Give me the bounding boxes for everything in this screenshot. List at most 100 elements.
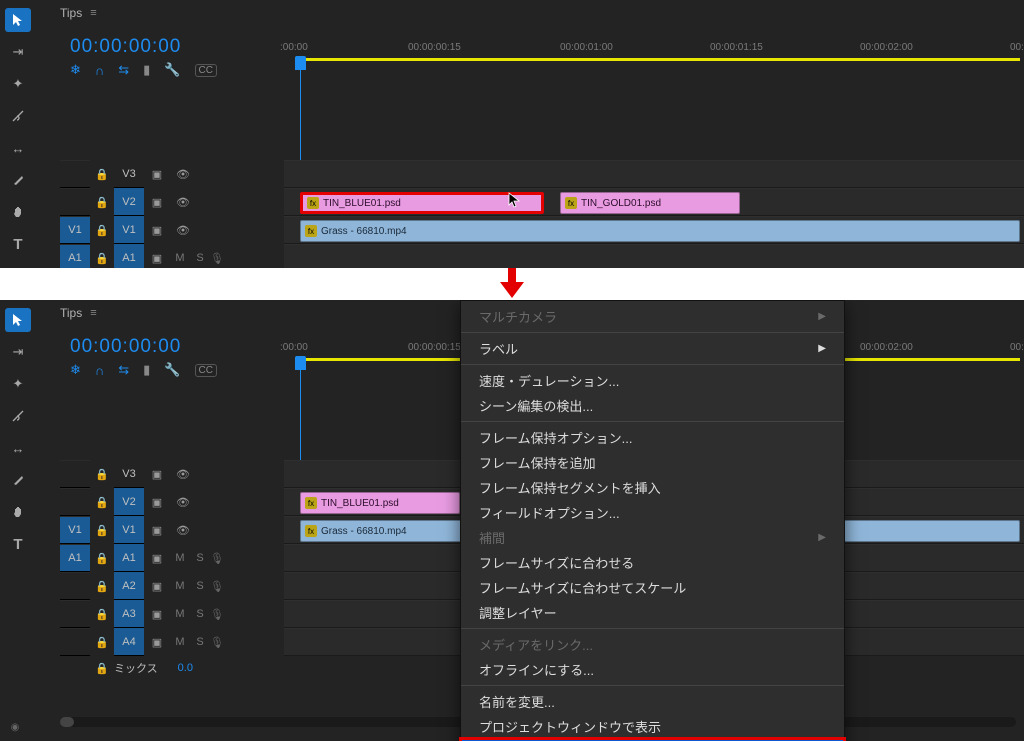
solo-icon[interactable]: S [190, 252, 210, 264]
toggle-output-icon[interactable]: ▣ [144, 524, 170, 537]
toggle-output-icon[interactable]: ▣ [144, 168, 170, 181]
panel-menu-icon[interactable]: ≡ [90, 307, 96, 319]
track-label[interactable]: V1 [114, 216, 144, 244]
caption-track-icon[interactable]: CC [195, 64, 217, 77]
context-menu-item[interactable]: フレーム保持オプション... [461, 425, 844, 450]
razor-tool[interactable] [5, 404, 31, 428]
track-select-tool[interactable]: ⇥ [5, 340, 31, 364]
nest-sequence-icon[interactable]: ❄ [70, 362, 81, 378]
source-patch[interactable]: V1 [60, 216, 90, 244]
marker-icon[interactable]: ▮ [143, 362, 150, 378]
timeline-clip[interactable]: fxGrass - 66810.mp4 [300, 220, 1020, 242]
lock-icon[interactable]: 🔒 [90, 524, 114, 537]
eye-icon[interactable]: 👁 [170, 524, 196, 537]
lock-icon[interactable]: 🔒 [90, 662, 114, 675]
hand-tool[interactable] [5, 500, 31, 524]
context-menu-item[interactable]: プロジェクトウィンドウで表示 [461, 714, 844, 739]
eye-icon[interactable]: 👁 [170, 468, 196, 481]
scroll-thumb[interactable] [60, 717, 74, 727]
video-track-v2[interactable]: 🔒 V2 ▣ 👁 fxTIN_BLUE01.psd fxTIN_GOLD01.ps… [60, 188, 1024, 216]
mute-icon[interactable]: M [170, 580, 190, 592]
track-label[interactable]: V2 [114, 188, 144, 216]
type-tool[interactable]: T [5, 232, 31, 256]
selection-tool[interactable] [5, 308, 31, 332]
solo-icon[interactable]: S [190, 552, 210, 564]
snap-icon[interactable]: ∩ [95, 363, 104, 378]
eye-icon[interactable]: 👁 [170, 168, 196, 181]
hand-tool[interactable] [5, 200, 31, 224]
context-menu-item[interactable]: シーン編集の検出... [461, 393, 844, 418]
mute-icon[interactable]: M [170, 252, 190, 264]
type-tool[interactable]: T [5, 532, 31, 556]
mute-icon[interactable]: M [170, 552, 190, 564]
slip-tool[interactable]: ↔ [5, 136, 31, 160]
ripple-edit-tool[interactable]: ✦ [5, 372, 31, 396]
voice-over-icon[interactable]: 🎙 [210, 608, 230, 621]
mute-icon[interactable]: M [170, 636, 190, 648]
time-ruler[interactable]: :00:0000:00:00:1500:00:01:0000:00:01:150… [284, 42, 1024, 62]
context-menu-item[interactable]: フレームサイズに合わせる [461, 550, 844, 575]
audio-track-a1[interactable]: A1 🔒 A1 ▣ M S 🎙 [60, 244, 1024, 268]
context-menu-item[interactable]: フレーム保持セグメントを挿入 [461, 475, 844, 500]
mute-icon[interactable]: M [170, 608, 190, 620]
context-menu-item[interactable]: 調整レイヤー [461, 600, 844, 625]
timeline-clip[interactable]: fxTIN_GOLD01.psd [560, 192, 740, 214]
context-menu-item[interactable]: オフラインにする... [461, 657, 844, 682]
timeline-clip[interactable]: fxTIN_BLUE01.psd [300, 192, 544, 214]
settings-icon[interactable]: 🔧 [164, 362, 180, 378]
lock-icon[interactable]: 🔒 [90, 468, 114, 481]
track-select-tool[interactable]: ⇥ [5, 40, 31, 64]
context-menu-item[interactable]: フレームサイズに合わせてスケール [461, 575, 844, 600]
selection-tool[interactable] [5, 8, 31, 32]
toggle-output-icon[interactable]: ▣ [144, 196, 170, 209]
timeline-clip[interactable]: fxTIN_BLUE01.psd [300, 492, 460, 514]
eye-icon[interactable]: 👁 [170, 224, 196, 237]
lock-icon[interactable]: 🔒 [90, 552, 114, 565]
slip-tool[interactable]: ↔ [5, 436, 31, 460]
mix-value[interactable]: 0.0 [178, 662, 193, 674]
video-track-v3[interactable]: 🔒 V3 ▣ 👁 [60, 160, 1024, 188]
panel-menu-icon[interactable]: ≡ [90, 7, 96, 19]
playhead[interactable] [295, 56, 306, 70]
solo-icon[interactable]: S [190, 636, 210, 648]
lock-icon[interactable]: 🔒 [90, 196, 114, 209]
toggle-output-icon[interactable]: ▣ [144, 496, 170, 509]
source-patch[interactable]: A1 [60, 244, 90, 268]
toggle-output-icon[interactable]: ▣ [144, 252, 170, 265]
playhead[interactable] [295, 356, 306, 370]
marker-icon[interactable]: ▮ [143, 62, 150, 78]
snap-icon[interactable]: ∩ [95, 63, 104, 78]
lock-icon[interactable]: 🔒 [90, 580, 114, 593]
track-label[interactable]: A1 [114, 244, 144, 268]
solo-icon[interactable]: S [190, 580, 210, 592]
voice-over-icon[interactable]: 🎙 [210, 552, 230, 565]
linked-selection-icon[interactable]: ⇆ [118, 62, 129, 78]
lock-icon[interactable]: 🔒 [90, 168, 114, 181]
pen-tool[interactable] [5, 468, 31, 492]
sequence-tab[interactable]: Tips ≡ [60, 6, 97, 20]
solo-icon[interactable]: S [190, 608, 210, 620]
lock-icon[interactable]: 🔒 [90, 252, 114, 265]
lock-icon[interactable]: 🔒 [90, 224, 114, 237]
context-menu-item[interactable]: ラベル▶ [461, 336, 844, 361]
playhead-timecode[interactable]: 00:00:00:00 [70, 36, 181, 58]
linked-selection-icon[interactable]: ⇆ [118, 362, 129, 378]
video-track-v1[interactable]: V1 🔒 V1 ▣ 👁 fxGrass - 66810.mp4 [60, 216, 1024, 244]
eye-icon[interactable]: 👁 [170, 196, 196, 209]
ripple-edit-tool[interactable]: ✦ [5, 72, 31, 96]
caption-track-icon[interactable]: CC [195, 364, 217, 377]
voice-over-icon[interactable]: 🎙 [210, 580, 230, 593]
settings-icon[interactable]: 🔧 [164, 62, 180, 78]
work-area-bar[interactable] [300, 58, 1020, 61]
lock-icon[interactable]: 🔒 [90, 496, 114, 509]
toggle-output-icon[interactable]: ▣ [144, 224, 170, 237]
voice-over-icon[interactable]: 🎙 [210, 252, 230, 265]
toggle-output-icon[interactable]: ▣ [144, 552, 170, 565]
track-label[interactable]: V3 [114, 160, 144, 188]
toggle-output-icon[interactable]: ▣ [144, 468, 170, 481]
lock-icon[interactable]: 🔒 [90, 608, 114, 621]
razor-tool[interactable] [5, 104, 31, 128]
context-menu-item[interactable]: 速度・デュレーション... [461, 368, 844, 393]
sequence-tab[interactable]: Tips ≡ [60, 306, 97, 320]
playhead-timecode[interactable]: 00:00:00:00 [70, 336, 181, 358]
